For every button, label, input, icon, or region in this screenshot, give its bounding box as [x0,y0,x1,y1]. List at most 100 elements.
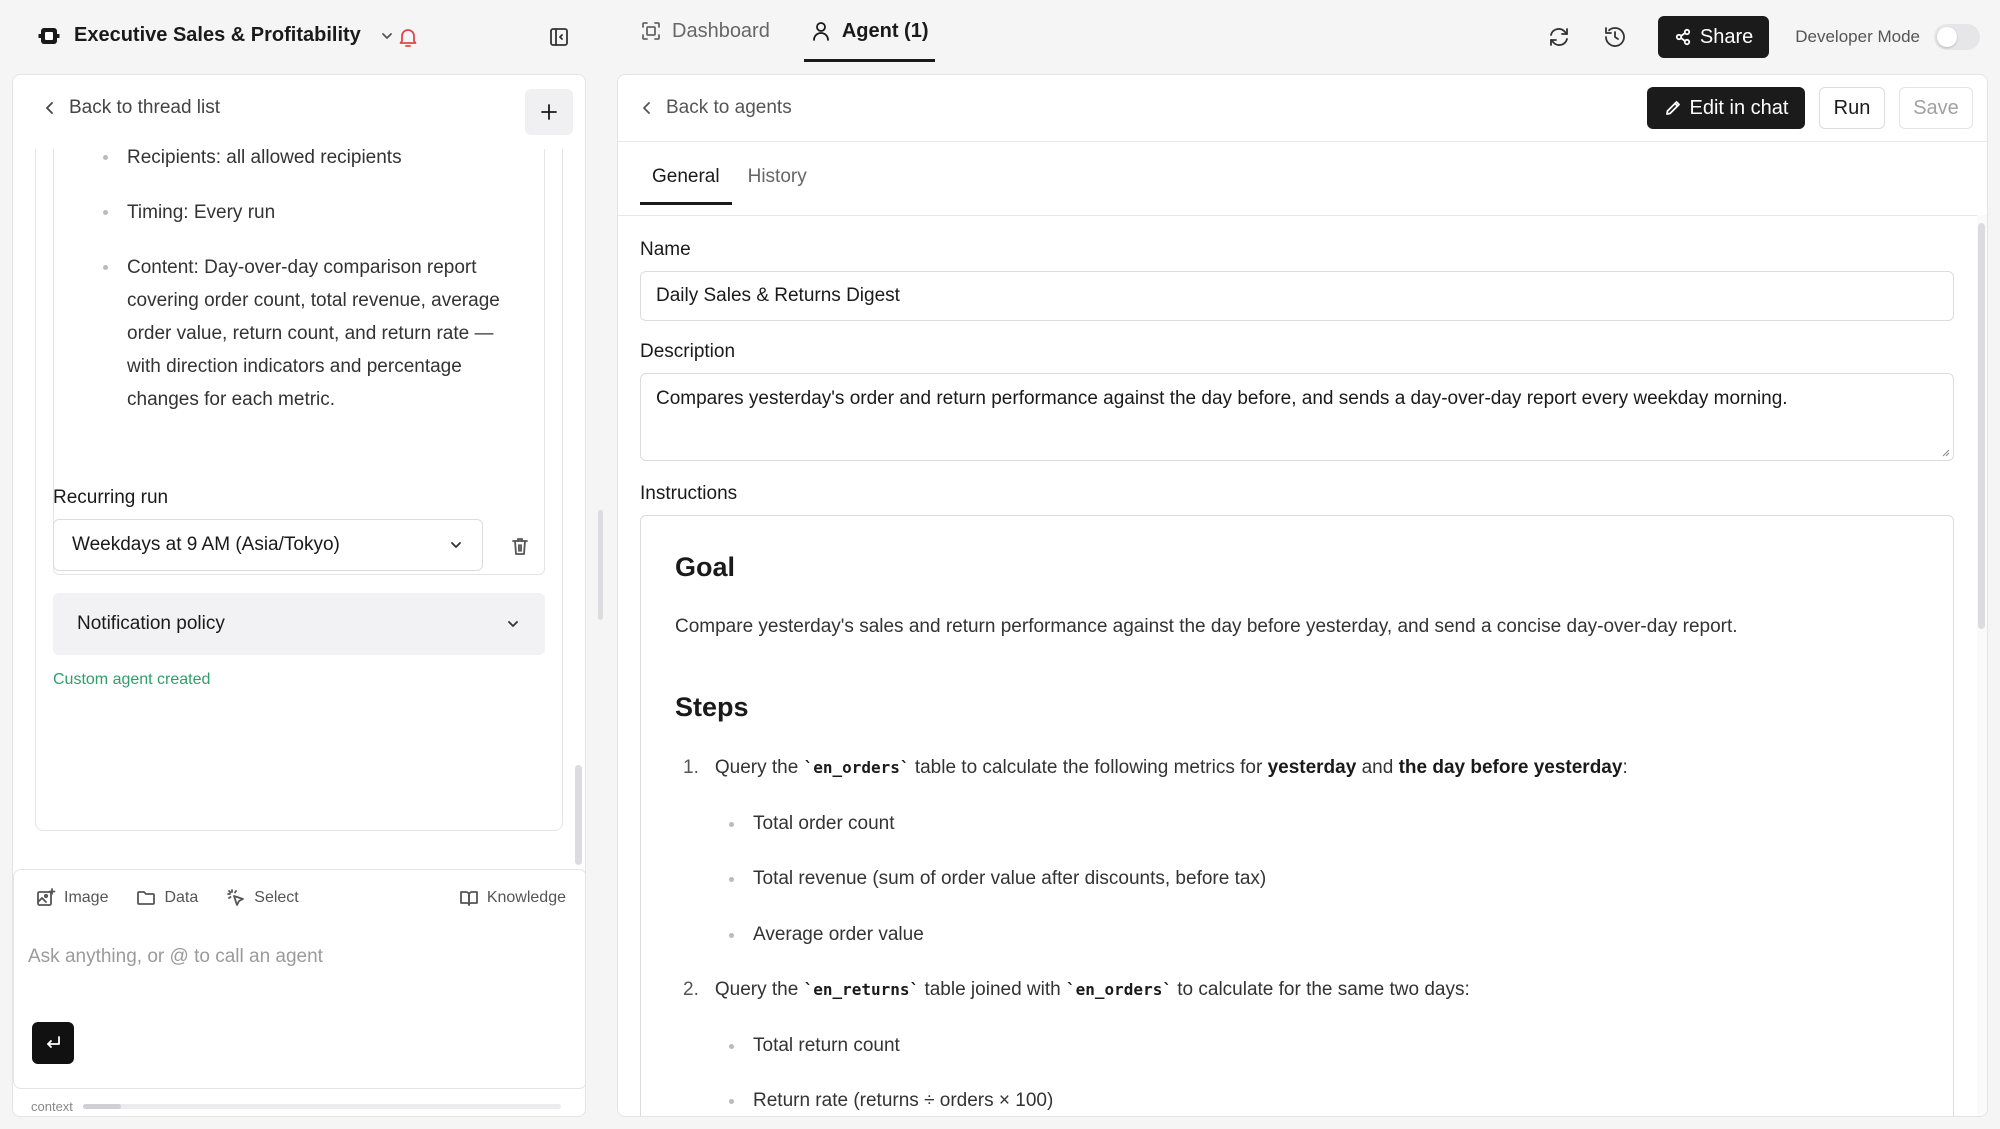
refresh-icon[interactable] [1546,24,1572,50]
run-button[interactable]: Run [1819,87,1885,129]
developer-mode-toggle[interactable] [1934,24,1980,50]
pointer-click-icon [226,888,246,908]
divider [618,215,1987,216]
recurring-run-select[interactable]: Weekdays at 9 AM (Asia/Tokyo) [53,519,483,571]
agent-editor-panel: Back to agents Edit in chat Run Save Gen… [617,74,1988,1117]
step-text: Query the `en_returns` table joined with… [714,979,1470,1000]
step-item: 2. Query the `en_returns` table joined w… [683,979,1470,1001]
new-thread-button[interactable] [525,89,573,135]
notification-policy-accordion[interactable]: Notification policy [53,593,545,655]
recurring-run-value: Weekdays at 9 AM (Asia/Tokyo) [72,534,340,555]
editor-scrollbar[interactable] [1978,223,1985,629]
list-item: Content: Day-over-day comparison report … [103,251,527,416]
select-tool-label: Select [254,889,299,906]
list-item: Total revenue (sum of order value after … [728,868,1267,889]
instructions-editor[interactable]: Goal Compare yesterday's sales and retur… [640,515,1954,1116]
tab-dashboard[interactable]: Dashboard [634,0,776,62]
goal-heading: Goal [675,552,736,582]
notification-policy-label: Notification policy [77,613,225,634]
divider [618,141,1987,142]
top-right-actions: Share Developer Mode [1546,16,1980,58]
tab-agent[interactable]: Agent (1) [803,0,935,62]
agent-tabs: General History [640,141,819,213]
send-button[interactable] [32,1022,74,1064]
plus-icon [540,103,558,121]
resize-grip-icon[interactable] [1940,447,1950,457]
developer-mode-label: Developer Mode [1795,27,1920,46]
step-number: 2. [683,979,699,1000]
save-button[interactable]: Save [1899,87,1973,129]
enter-icon [44,1034,62,1052]
workspace-logo-icon [38,25,60,47]
description-label: Description [640,341,736,362]
history-icon[interactable] [1602,24,1628,50]
bell-icon[interactable] [396,25,420,49]
recurring-run-label: Recurring run [53,487,169,508]
knowledge-button[interactable]: Knowledge [459,888,566,908]
view-tabs: Dashboard Agent (1) [634,0,935,62]
chevron-down-icon [448,537,464,553]
chevron-down-icon [505,616,521,632]
share-icon [1674,28,1692,46]
step-text: Query the `en_orders` table to calculate… [714,757,1628,778]
chevron-left-icon [43,101,57,115]
top-bar: Executive Sales & Profitability Dashboar… [0,0,2000,74]
back-to-thread-list-link[interactable]: Back to thread list [43,97,220,119]
context-label: context [31,1099,73,1114]
pencil-icon [1664,99,1682,117]
list-item: Timing: Every run [103,196,527,229]
context-bar [82,1104,561,1109]
tab-agent-label: Agent (1) [841,19,929,42]
step-number: 1. [683,757,699,778]
chevron-left-icon [640,101,654,115]
data-tool-label: Data [164,889,199,906]
agent-summary-list: Recipients: all allowed recipients Timin… [103,149,527,438]
book-open-icon [459,888,479,908]
tab-history[interactable]: History [736,141,819,213]
workspace-title: Executive Sales & Profitability [74,24,361,46]
trash-icon[interactable] [509,535,531,557]
description-field[interactable]: Compares yesterday's order and return pe… [640,373,1954,461]
back-to-agents-link[interactable]: Back to agents [640,97,792,119]
thread-scroll-area[interactable]: Recipients: all allowed recipients Timin… [13,149,573,941]
image-tool-label: Image [64,889,109,906]
image-tool-button[interactable]: Image [36,888,108,908]
edit-in-chat-button[interactable]: Edit in chat [1647,87,1805,129]
name-field[interactable]: Daily Sales & Returns Digest [640,271,1954,321]
thread-scrollbar[interactable] [575,765,582,865]
edit-in-chat-label: Edit in chat [1689,96,1789,119]
share-button[interactable]: Share [1657,16,1770,58]
panel-resize-handle[interactable] [598,510,603,620]
scan-icon [640,20,662,42]
chat-composer: Image Data Select Knowledge Ask anything… [13,869,585,1089]
back-to-agents-label: Back to agents [666,97,792,118]
select-tool-button[interactable]: Select [226,888,299,908]
knowledge-label: Knowledge [486,889,566,906]
context-bar-fill [82,1104,122,1109]
list-item: Return rate (returns ÷ orders × 100) [728,1090,1054,1111]
folder-icon [136,888,156,908]
name-label: Name [640,239,691,260]
thread-panel: Back to thread list Recipients: all allo… [12,74,586,1117]
share-label: Share [1699,25,1754,48]
description-value: Compares yesterday's order and return pe… [656,388,1788,409]
composer-tools: Image Data Select [36,888,299,908]
list-item: Total return count [729,1035,900,1056]
chat-input[interactable]: Ask anything, or @ to call an agent [28,946,323,968]
steps-heading: Steps [675,692,749,722]
data-tool-button[interactable]: Data [136,888,198,908]
context-meter: context [31,1099,561,1114]
chevron-down-icon [379,28,395,44]
back-to-thread-list-label: Back to thread list [69,97,221,118]
workspace-switcher[interactable]: Executive Sales & Profitability [38,24,395,47]
tab-dashboard-label: Dashboard [672,19,770,42]
tab-general[interactable]: General [640,141,732,213]
list-item: Recipients: all allowed recipients [103,149,527,174]
sidebar-toggle-icon[interactable] [548,26,570,48]
instructions-label: Instructions [640,483,738,504]
name-value: Daily Sales & Returns Digest [656,285,900,306]
agent-actions: Edit in chat Run Save [1647,87,1973,129]
image-plus-icon [36,888,56,908]
agent-created-status: Custom agent created [53,671,211,688]
list-item: Total order count [729,813,895,834]
